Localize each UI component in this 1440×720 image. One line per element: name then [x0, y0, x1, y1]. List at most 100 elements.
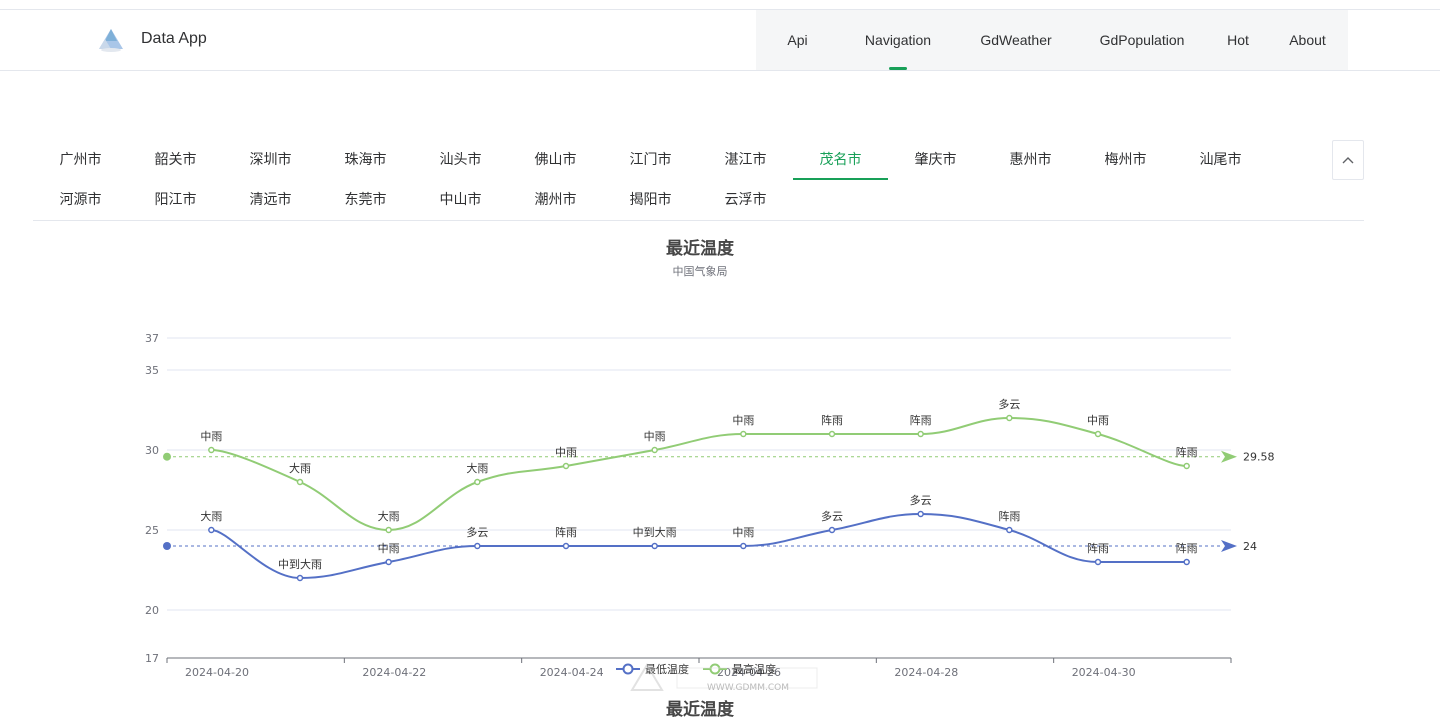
city-tab[interactable]: 深圳市 [223, 140, 318, 180]
data-label: 阵雨 [821, 413, 843, 427]
data-label: 阵雨 [998, 509, 1020, 523]
nav-item-gdweather[interactable]: GdWeather [957, 10, 1075, 70]
average-line-start [163, 452, 171, 461]
y-tick-label: 37 [145, 332, 159, 345]
data-label: 中到大雨 [633, 525, 677, 539]
data-point [385, 526, 392, 534]
city-tab[interactable]: 汕头市 [413, 140, 508, 180]
city-tab[interactable]: 汕尾市 [1173, 140, 1268, 180]
data-label: 中雨 [555, 446, 577, 459]
series-line [211, 512, 1187, 580]
city-tab[interactable]: 广州市 [33, 140, 128, 180]
data-label: 中雨 [1087, 414, 1109, 427]
x-tick-label: 2024-04-20 [185, 666, 249, 679]
data-point [474, 542, 481, 550]
data-label: 阵雨 [1176, 445, 1198, 459]
average-arrow-icon [1221, 540, 1237, 552]
nav-item-hot[interactable]: Hot [1209, 10, 1267, 70]
data-label: 多云 [466, 525, 488, 539]
x-tick-label: 2024-04-22 [362, 666, 426, 679]
app-title: Data App [141, 30, 207, 47]
average-label: 24 [1243, 540, 1257, 553]
city-tab[interactable]: 中山市 [413, 180, 508, 220]
data-label: 多云 [910, 493, 932, 507]
city-tab[interactable]: 珠海市 [318, 140, 413, 180]
city-tab[interactable]: 河源市 [33, 180, 128, 220]
data-point [385, 558, 392, 566]
city-tab[interactable]: 湛江市 [698, 140, 793, 180]
x-tick-label: 2024-04-28 [894, 666, 958, 679]
nav-item-api[interactable]: Api [756, 10, 839, 70]
city-tab[interactable]: 云浮市 [698, 180, 793, 220]
city-tab[interactable]: 东莞市 [318, 180, 413, 220]
data-point [651, 542, 658, 550]
main-nav: Api Navigation GdWeather GdPopulation Hot Abo… [756, 10, 1348, 70]
average-arrow-icon [1221, 450, 1237, 463]
data-label: 中雨 [732, 526, 754, 539]
data-point [208, 446, 215, 454]
data-point [1183, 462, 1190, 470]
city-tab[interactable]: 清远市 [223, 180, 318, 220]
nav-item-navigation[interactable]: Navigation [839, 10, 957, 70]
data-point [1183, 558, 1190, 566]
app-logo-icon [99, 29, 123, 52]
city-tabs: 广州市 韶关市 深圳市 珠海市 汕头市 佛山市 江门市 湛江市 茂名市 肇庆市 惠州市 梅州市 汕尾市河… [33, 140, 1364, 221]
data-point [296, 574, 304, 582]
series-line [211, 416, 1187, 532]
y-tick-label: 35 [145, 364, 159, 377]
data-label: 阵雨 [910, 413, 932, 427]
data-point [917, 430, 924, 438]
data-point [1006, 414, 1013, 422]
y-tick-label: 25 [145, 524, 159, 537]
data-label: 阵雨 [1087, 541, 1109, 555]
data-label: 中雨 [378, 542, 400, 555]
data-point [208, 526, 215, 534]
data-point [828, 430, 836, 438]
data-label: 大雨 [200, 509, 222, 523]
city-tab[interactable]: 潮州市 [508, 180, 603, 220]
temperature-chart: 最近温度 中国气象局 37 35 30 25 20 17 2024-04-20 2024-04… [0, 225, 1440, 720]
nav-item-gdpopulation[interactable]: GdPopulation [1075, 10, 1209, 70]
average-line-start [163, 542, 171, 550]
data-point [651, 446, 658, 454]
data-label: 中雨 [200, 430, 222, 443]
data-label: 大雨 [378, 509, 400, 523]
nav-item-about[interactable]: About [1267, 10, 1348, 70]
y-tick-label: 20 [145, 604, 159, 617]
city-tab[interactable]: 阳江市 [128, 180, 223, 220]
city-tab[interactable]: 韶关市 [128, 140, 223, 180]
data-label: 阵雨 [1176, 541, 1198, 555]
watermark-text: WWW.GDMM.COM [707, 683, 789, 693]
data-point [1006, 526, 1013, 534]
average-label: 29.58 [1243, 451, 1275, 464]
data-point [740, 542, 747, 550]
data-point [474, 478, 481, 486]
city-tab[interactable]: 江门市 [603, 140, 698, 180]
city-tab[interactable]: 肇庆市 [888, 140, 983, 180]
city-tab[interactable]: 惠州市 [983, 140, 1078, 180]
city-tab[interactable]: 佛山市 [508, 140, 603, 180]
chart-title: 最近温度 [666, 239, 734, 259]
x-tick-label: 2024-04-24 [540, 666, 604, 679]
data-point [828, 526, 836, 534]
city-tab[interactable]: 揭阳市 [603, 180, 698, 220]
data-label: 阵雨 [555, 525, 577, 539]
data-point [740, 430, 747, 438]
city-tab[interactable]: 茂名市 [793, 140, 888, 180]
city-tab[interactable]: 梅州市 [1078, 140, 1173, 180]
x-tick-label: 2024-04-30 [1072, 666, 1136, 679]
watermark-logo [630, 663, 818, 691]
data-label: 中到大雨 [278, 557, 322, 571]
app-header: Data App Api Navigation GdWeather GdPopulat… [0, 10, 1440, 71]
data-label: 多云 [821, 509, 843, 523]
data-point [296, 478, 304, 486]
data-label: 中雨 [644, 430, 666, 443]
chart-subtitle: 中国气象局 [672, 265, 728, 278]
line-chart: 37 35 30 25 20 17 2024-04-20 2024-04-22 2024-04-… [145, 332, 1275, 679]
chevron-up-icon [1342, 157, 1354, 164]
collapse-tabs-button[interactable] [1332, 140, 1364, 180]
y-tick-label: 30 [145, 444, 159, 457]
data-point [562, 542, 570, 550]
y-tick-label: 17 [145, 652, 159, 665]
data-label: 大雨 [466, 461, 488, 475]
